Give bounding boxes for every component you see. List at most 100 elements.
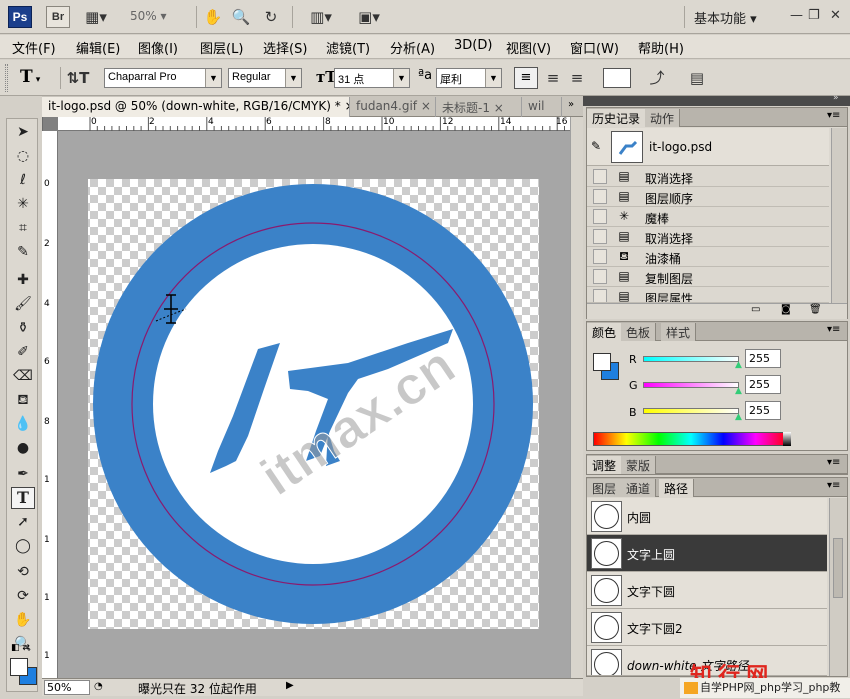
paint-bucket-tool-icon[interactable]: ⛾ — [11, 389, 35, 411]
pen-tool-icon[interactable]: ✒ — [11, 463, 35, 485]
status-menu-arrow-icon[interactable]: ▶ — [286, 680, 294, 691]
paths-scrollbar[interactable] — [829, 498, 847, 676]
font-size-select[interactable]: 31 点 ▼ — [334, 68, 410, 88]
history-brush-tool-icon[interactable]: ✐ — [11, 341, 35, 363]
font-family-select[interactable]: Chaparral Pro ▼ — [104, 68, 222, 88]
minimize-button[interactable]: — — [790, 8, 803, 23]
view-extras-icon[interactable]: ▦▾ — [82, 6, 110, 28]
red-slider[interactable] — [643, 356, 739, 362]
menu-layer[interactable]: 图层(L) — [200, 38, 243, 57]
3d-orbit-tool-icon[interactable]: ⟳ — [11, 585, 35, 607]
black-white-ramp[interactable] — [783, 432, 791, 446]
text-orientation-icon[interactable]: ⇅T — [66, 67, 90, 89]
tab-color[interactable]: 颜色 — [587, 323, 623, 341]
font-style-select[interactable]: Regular ▼ — [228, 68, 302, 88]
options-grip[interactable] — [5, 64, 8, 92]
canvas-area[interactable]: itmax.cn — [58, 131, 570, 679]
dodge-tool-icon[interactable]: ● — [11, 437, 35, 459]
antialias-select[interactable]: 犀利 ▼ — [436, 68, 502, 88]
history-item[interactable]: ▤ 取消选择 — [587, 227, 829, 247]
zoom-field[interactable]: 50% — [44, 680, 90, 695]
menu-3d[interactable]: 3D(D) — [454, 38, 492, 53]
menu-select[interactable]: 选择(S) — [263, 38, 307, 57]
brush-tool-icon[interactable]: 🖌 — [11, 293, 35, 315]
foreground-color-swatch[interactable] — [10, 658, 28, 676]
tab-history[interactable]: 历史记录 — [587, 109, 647, 127]
tab-layers[interactable]: 图层 — [587, 479, 623, 497]
3d-rotate-tool-icon[interactable]: ⟲ — [11, 561, 35, 583]
align-center-icon[interactable]: ≡ — [542, 67, 564, 89]
tab-swatches[interactable]: 色板 — [621, 323, 657, 341]
history-scrollbar[interactable] — [831, 128, 847, 304]
new-snapshot-icon[interactable]: ◙ — [781, 304, 791, 315]
path-selection-tool-icon[interactable]: ➚ — [11, 511, 35, 533]
restore-button[interactable]: ❐ — [808, 8, 820, 23]
history-brush-source-icon[interactable]: ✎ — [591, 139, 601, 153]
screen-mode-icon[interactable]: ▣▾ — [352, 6, 386, 28]
panel-menu-icon[interactable]: ▾≡ — [827, 480, 840, 491]
type-tool-icon[interactable]: T — [11, 487, 35, 509]
history-item[interactable]: ✳ 魔棒 — [587, 207, 829, 227]
path-item[interactable]: 文字上圆 — [587, 535, 827, 572]
tab-wil[interactable]: wil — [522, 97, 562, 117]
tab-adjustments[interactable]: 调整 — [587, 456, 623, 474]
close-button[interactable]: ✕ — [830, 8, 841, 23]
blur-tool-icon[interactable]: 💧 — [11, 413, 35, 435]
default-colors-icon[interactable]: ◧ ⇄ — [11, 643, 30, 653]
red-value-field[interactable]: 255 — [745, 349, 781, 368]
more-tabs-icon[interactable]: » — [568, 99, 574, 110]
eyedropper-tool-icon[interactable]: ✎ — [11, 241, 35, 263]
lasso-tool-icon[interactable]: ℓ — [11, 169, 35, 191]
menu-file[interactable]: 文件(F) — [12, 38, 56, 57]
menu-edit[interactable]: 编辑(E) — [76, 38, 120, 57]
document-vertical-scrollbar[interactable] — [570, 117, 583, 678]
menu-help[interactable]: 帮助(H) — [638, 38, 684, 57]
workspace-switcher[interactable]: 基本功能 ▾ — [694, 8, 757, 27]
panel-menu-icon[interactable]: ▾≡ — [827, 324, 840, 335]
eraser-tool-icon[interactable]: ⌫ — [11, 365, 35, 387]
history-item[interactable]: ▤ 取消选择 — [587, 167, 829, 187]
collapse-panels-icon[interactable]: » — [833, 93, 839, 103]
tab-paths[interactable]: 路径 — [659, 479, 695, 497]
menu-image[interactable]: 图像(I) — [138, 38, 178, 57]
rotate-view-icon[interactable]: ↻ — [260, 6, 282, 28]
magic-wand-tool-icon[interactable]: ✳ — [11, 193, 35, 215]
menu-view[interactable]: 视图(V) — [506, 38, 551, 57]
align-left-icon[interactable]: ≡ — [514, 67, 538, 89]
history-snapshot[interactable]: ✎ it-logo.psd — [587, 128, 829, 166]
align-right-icon[interactable]: ≡ — [566, 67, 588, 89]
path-item[interactable]: 内圆 — [587, 498, 827, 535]
scrollbar-thumb[interactable] — [833, 538, 843, 598]
healing-brush-tool-icon[interactable]: ✚ — [11, 269, 35, 291]
tab-fudan4[interactable]: fudan4.gif × — [350, 97, 436, 117]
history-item[interactable]: ⛾ 油漆桶 — [587, 247, 829, 267]
history-item[interactable]: ▤ 图层属性 — [587, 287, 829, 303]
green-slider[interactable] — [643, 382, 739, 388]
slider-thumb-icon[interactable]: ▲ — [735, 412, 742, 422]
path-item[interactable]: 文字下圆 — [587, 572, 827, 609]
green-value-field[interactable]: 255 — [745, 375, 781, 394]
menu-window[interactable]: 窗口(W) — [570, 38, 619, 57]
warp-text-icon[interactable]: ⤴ — [646, 67, 668, 89]
bridge-button[interactable]: Br — [46, 6, 70, 28]
status-icon[interactable]: ◔ — [94, 681, 103, 692]
tab-styles[interactable]: 样式 — [661, 323, 697, 341]
arrange-documents-icon[interactable]: ▥▾ — [304, 6, 338, 28]
tab-untitled[interactable]: 未标题-1 × — [436, 97, 522, 117]
blue-slider[interactable] — [643, 408, 739, 414]
hand-icon[interactable]: ✋ — [202, 6, 224, 28]
tab-it-logo[interactable]: it-logo.psd @ 50% (down-white, RGB/16/CM… — [42, 97, 350, 117]
foreground-color-swatch[interactable] — [593, 353, 611, 371]
character-panel-icon[interactable]: ▤ — [686, 67, 708, 89]
delete-icon[interactable]: 🗑 — [809, 304, 822, 315]
blue-value-field[interactable]: 255 — [745, 401, 781, 420]
menu-filter[interactable]: 滤镜(T) — [326, 38, 370, 57]
menu-analysis[interactable]: 分析(A) — [390, 38, 435, 57]
tab-masks[interactable]: 蒙版 — [621, 456, 657, 474]
move-tool-icon[interactable]: ➤ — [11, 121, 35, 143]
slider-thumb-icon[interactable]: ▲ — [735, 360, 742, 370]
zoom-icon[interactable]: 🔍 — [230, 6, 252, 28]
tab-actions[interactable]: 动作 — [645, 109, 681, 127]
crop-tool-icon[interactable]: ⌗ — [11, 217, 35, 239]
slider-thumb-icon[interactable]: ▲ — [735, 386, 742, 396]
